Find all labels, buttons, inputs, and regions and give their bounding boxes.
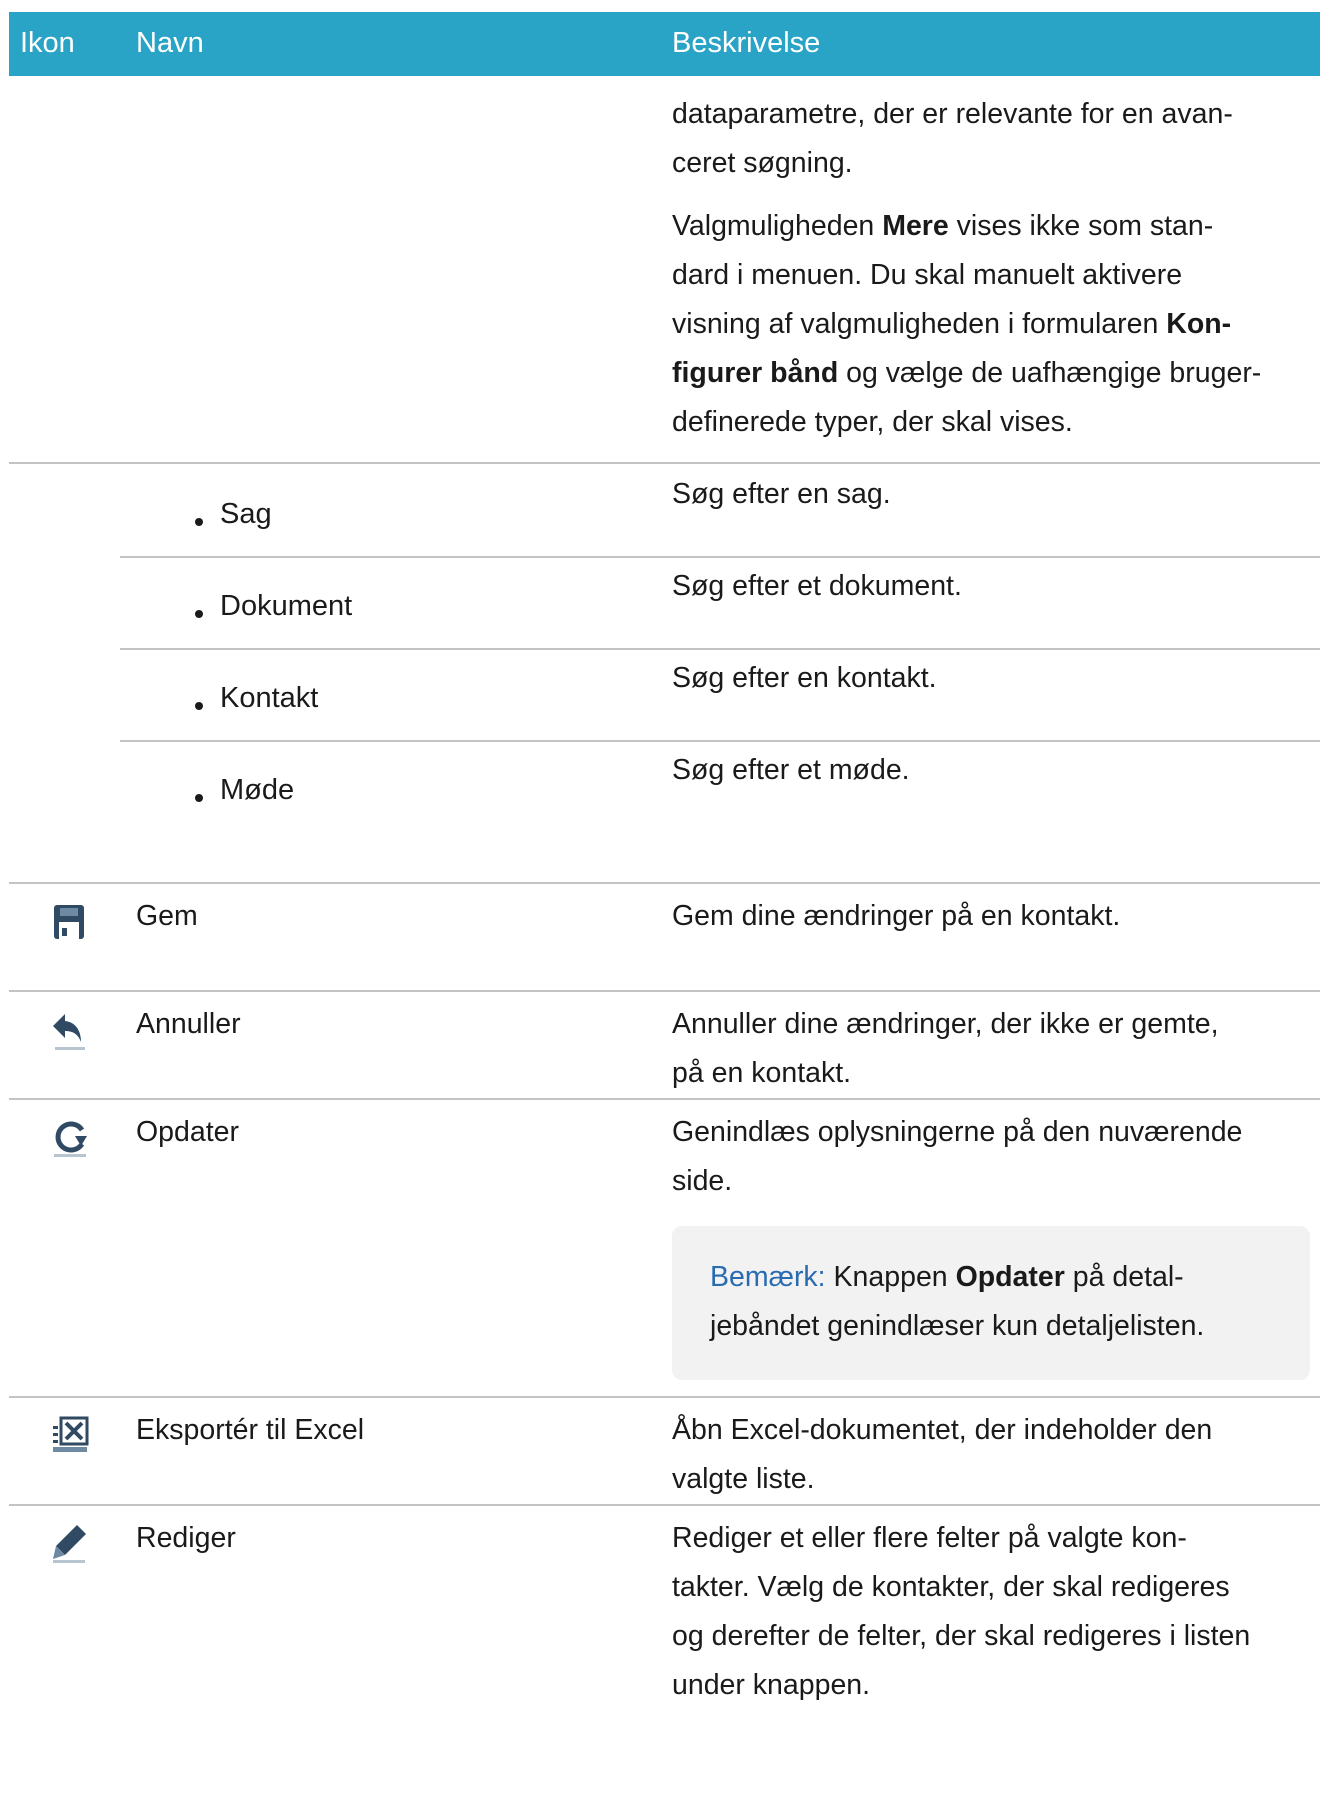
header-icon-col: Ikon (20, 27, 75, 59)
sub-item-desc: Søg efter en sag. (672, 478, 891, 510)
row-name: Annuller (136, 1008, 241, 1040)
row-desc: Genindlæs oplysningerne på den nuværende… (672, 1116, 1243, 1197)
table-row-excel: Eksportér til Excel Åbn Excel-dokumentet… (9, 1398, 1320, 1506)
refresh-icon (54, 1121, 87, 1157)
table-row-intro: dataparametre, der er relevante for en a… (9, 76, 1320, 464)
undo-icon (53, 1014, 85, 1050)
sub-item-mode: Møde Søg efter et møde. (120, 740, 1320, 832)
note-box: Bemærk: Knappen Opdater på detal- jebånd… (672, 1226, 1310, 1380)
sub-item-desc: Søg efter et møde. (672, 754, 910, 786)
row-desc: Åbn Excel-dokumentet, der indeholder den… (672, 1414, 1213, 1495)
bullet (195, 610, 203, 618)
sub-item-kontakt: Kontakt Søg efter en kontakt. (120, 648, 1320, 742)
table-row-gem: Gem Gem dine ændringer på en kontakt. (9, 884, 1320, 992)
sub-item-desc: Søg efter en kontakt. (672, 662, 937, 694)
sub-item-label: Møde (220, 774, 295, 806)
sub-item-label: Sag (220, 498, 272, 530)
save-icon (54, 905, 84, 939)
row-desc: Annuller dine ændringer, der ikke er gem… (672, 1008, 1219, 1089)
intro-description: dataparametre, der er relevante for en a… (672, 98, 1262, 438)
header-desc-col: Beskrivelse (672, 27, 821, 59)
bullet (195, 794, 203, 802)
row-name: Gem (136, 900, 198, 932)
table-row-rediger: Rediger Rediger et eller flere felter på… (9, 1506, 1320, 1726)
excel-export-icon (53, 1416, 89, 1452)
search-sub-items: Sag Søg efter en sag. Dokument Søg efter… (9, 464, 1320, 884)
row-desc: Gem dine ændringer på en kontakt. (672, 900, 1121, 932)
table-header: Ikon Navn Beskrivelse (9, 12, 1320, 76)
note-label: Bemærk: (710, 1261, 826, 1293)
bullet (195, 702, 203, 710)
row-name: Rediger (136, 1522, 236, 1554)
pencil-icon (53, 1525, 86, 1563)
sub-item-sag: Sag Søg efter en sag. (120, 464, 1320, 558)
table-row-annuller: Annuller Annuller dine ændringer, der ik… (9, 992, 1320, 1100)
commands-table: Ikon Navn Beskrivelse dataparametre, der… (9, 12, 1320, 1726)
sub-item-label: Kontakt (220, 682, 319, 714)
row-desc: Rediger et eller flere felter på valgte … (672, 1522, 1251, 1701)
table-row-opdater: Opdater Genindlæs oplysningerne på den n… (9, 1100, 1320, 1398)
row-name: Eksportér til Excel (136, 1414, 365, 1446)
bullet (195, 518, 203, 526)
sub-item-desc: Søg efter et dokument. (672, 570, 962, 602)
sub-item-dokument: Dokument Søg efter et dokument. (120, 556, 1320, 650)
header-name-col: Navn (136, 27, 204, 59)
row-name: Opdater (136, 1116, 239, 1148)
sub-item-label: Dokument (220, 590, 353, 622)
